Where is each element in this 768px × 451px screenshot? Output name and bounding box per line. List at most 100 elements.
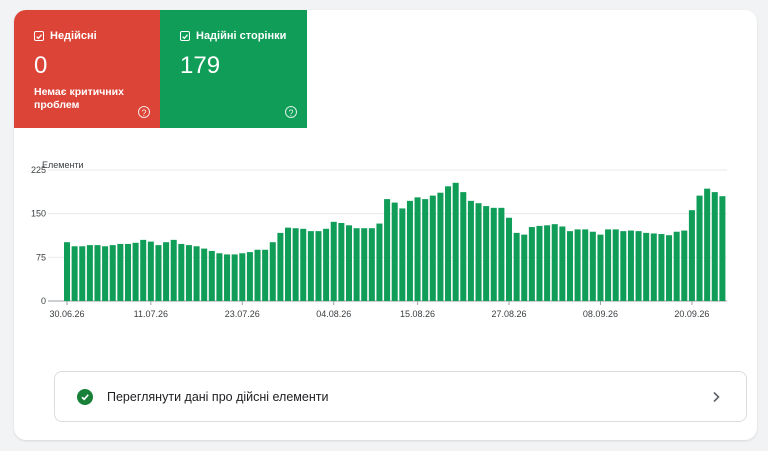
chart-bar[interactable]: [399, 208, 406, 301]
chart-bar[interactable]: [612, 229, 619, 301]
chart-bar[interactable]: [71, 246, 78, 301]
chart-bar[interactable]: [627, 230, 634, 301]
chart-bar[interactable]: [391, 202, 398, 301]
chart-bar[interactable]: [170, 239, 177, 301]
chart-bar[interactable]: [673, 231, 680, 301]
view-valid-items-link[interactable]: Переглянути дані про дійсні елементи: [54, 371, 747, 422]
chart-bar[interactable]: [536, 225, 543, 301]
chart-bar[interactable]: [483, 206, 490, 301]
x-tick-label: 20.09.26: [674, 309, 709, 319]
chart-bar[interactable]: [376, 223, 383, 301]
chart-bar[interactable]: [231, 254, 238, 301]
chart-bar[interactable]: [323, 228, 330, 301]
chart-bar[interactable]: [262, 249, 269, 301]
chart-bar[interactable]: [307, 231, 314, 301]
chart-bar[interactable]: [292, 228, 299, 301]
chart-bar[interactable]: [330, 221, 337, 301]
chart-bar[interactable]: [475, 203, 482, 301]
chevron-right-icon: [713, 391, 720, 403]
chart-bar[interactable]: [300, 228, 307, 301]
chart-bar[interactable]: [163, 242, 170, 301]
chart-bar[interactable]: [224, 254, 231, 301]
chart-bar[interactable]: [429, 195, 436, 301]
chart-bar[interactable]: [414, 197, 421, 301]
chart-bar[interactable]: [566, 231, 573, 301]
chart-bar[interactable]: [650, 233, 657, 301]
chart-bar[interactable]: [361, 228, 368, 301]
chart-bar[interactable]: [185, 245, 192, 301]
chart-bar[interactable]: [551, 224, 558, 301]
chart-bar[interactable]: [368, 228, 375, 301]
chart-bar[interactable]: [117, 243, 124, 301]
x-tick-label: 08.09.26: [583, 309, 618, 319]
chart-bar[interactable]: [605, 229, 612, 301]
chart-bar[interactable]: [620, 231, 627, 301]
chart-bar[interactable]: [422, 199, 429, 301]
chart-bar[interactable]: [666, 235, 673, 301]
items-bar-chart: 0 75 150 225 30.06.26 11.07.26 23.07.26 04.08.2…: [31, 165, 727, 319]
chart-bar[interactable]: [140, 239, 147, 301]
chart-bar[interactable]: [681, 230, 688, 301]
chart-bar[interactable]: [64, 242, 71, 301]
chart-bar[interactable]: [582, 229, 589, 301]
chart-bar[interactable]: [498, 207, 505, 301]
chart-bar[interactable]: [406, 200, 413, 301]
chart-bar[interactable]: [201, 248, 208, 301]
x-tick-label: 23.07.26: [225, 309, 260, 319]
chart-bar[interactable]: [513, 232, 520, 301]
chart-bar[interactable]: [345, 225, 352, 301]
chart-bar[interactable]: [155, 245, 162, 301]
check-circle-icon: [77, 388, 93, 405]
chart-bar[interactable]: [521, 234, 528, 301]
chart-bar[interactable]: [696, 195, 703, 301]
chart-bar[interactable]: [216, 253, 223, 301]
chart-bar[interactable]: [269, 242, 276, 301]
chart-bar[interactable]: [94, 245, 101, 301]
chart-bar[interactable]: [102, 246, 109, 301]
chart-bar[interactable]: [384, 199, 391, 301]
chart-bar[interactable]: [597, 234, 604, 301]
view-valid-items-label: Переглянути дані про дійсні елементи: [107, 389, 329, 404]
chart-bar[interactable]: [315, 231, 322, 301]
chart-bar[interactable]: [124, 243, 131, 301]
chart-bar[interactable]: [178, 243, 185, 301]
chart-bar[interactable]: [86, 245, 93, 301]
x-tick-label: 27.08.26: [491, 309, 526, 319]
chart-bar[interactable]: [437, 192, 444, 301]
chart-bar[interactable]: [353, 228, 360, 301]
chart-bar[interactable]: [711, 192, 718, 301]
chart-bar[interactable]: [490, 207, 497, 301]
chart-bar[interactable]: [574, 229, 581, 301]
chart-bar[interactable]: [208, 250, 215, 301]
chart-bar[interactable]: [254, 249, 261, 301]
x-tick-label: 30.06.26: [49, 309, 84, 319]
y-tick-label: 225: [31, 165, 46, 175]
chart-bar[interactable]: [467, 200, 474, 301]
chart-bar[interactable]: [460, 192, 467, 301]
chart-bar[interactable]: [246, 252, 253, 301]
chart-bar[interactable]: [589, 231, 596, 301]
chart-bar[interactable]: [193, 246, 200, 301]
chart-bar[interactable]: [704, 188, 711, 301]
chart-bar[interactable]: [445, 186, 452, 301]
chart-bar[interactable]: [338, 222, 345, 301]
chart-bar[interactable]: [132, 242, 139, 301]
chart-bar[interactable]: [239, 253, 246, 301]
y-tick-label: 150: [31, 209, 46, 219]
chart-bar[interactable]: [452, 182, 459, 301]
chart-bar[interactable]: [506, 217, 513, 301]
chart-bar[interactable]: [277, 232, 284, 301]
chart-bar[interactable]: [544, 225, 551, 301]
chart-bar[interactable]: [643, 232, 650, 301]
chart-bar[interactable]: [147, 241, 154, 301]
chart-bar[interactable]: [528, 227, 535, 301]
x-tick-label: 11.07.26: [134, 309, 168, 319]
chart-bar[interactable]: [719, 196, 726, 301]
chart-bar[interactable]: [109, 245, 116, 301]
chart-bar[interactable]: [635, 231, 642, 301]
chart-bar[interactable]: [79, 246, 86, 301]
chart-bar[interactable]: [688, 210, 695, 301]
chart-bar[interactable]: [658, 234, 665, 301]
chart-bar[interactable]: [559, 226, 566, 301]
chart-bar[interactable]: [285, 227, 292, 301]
